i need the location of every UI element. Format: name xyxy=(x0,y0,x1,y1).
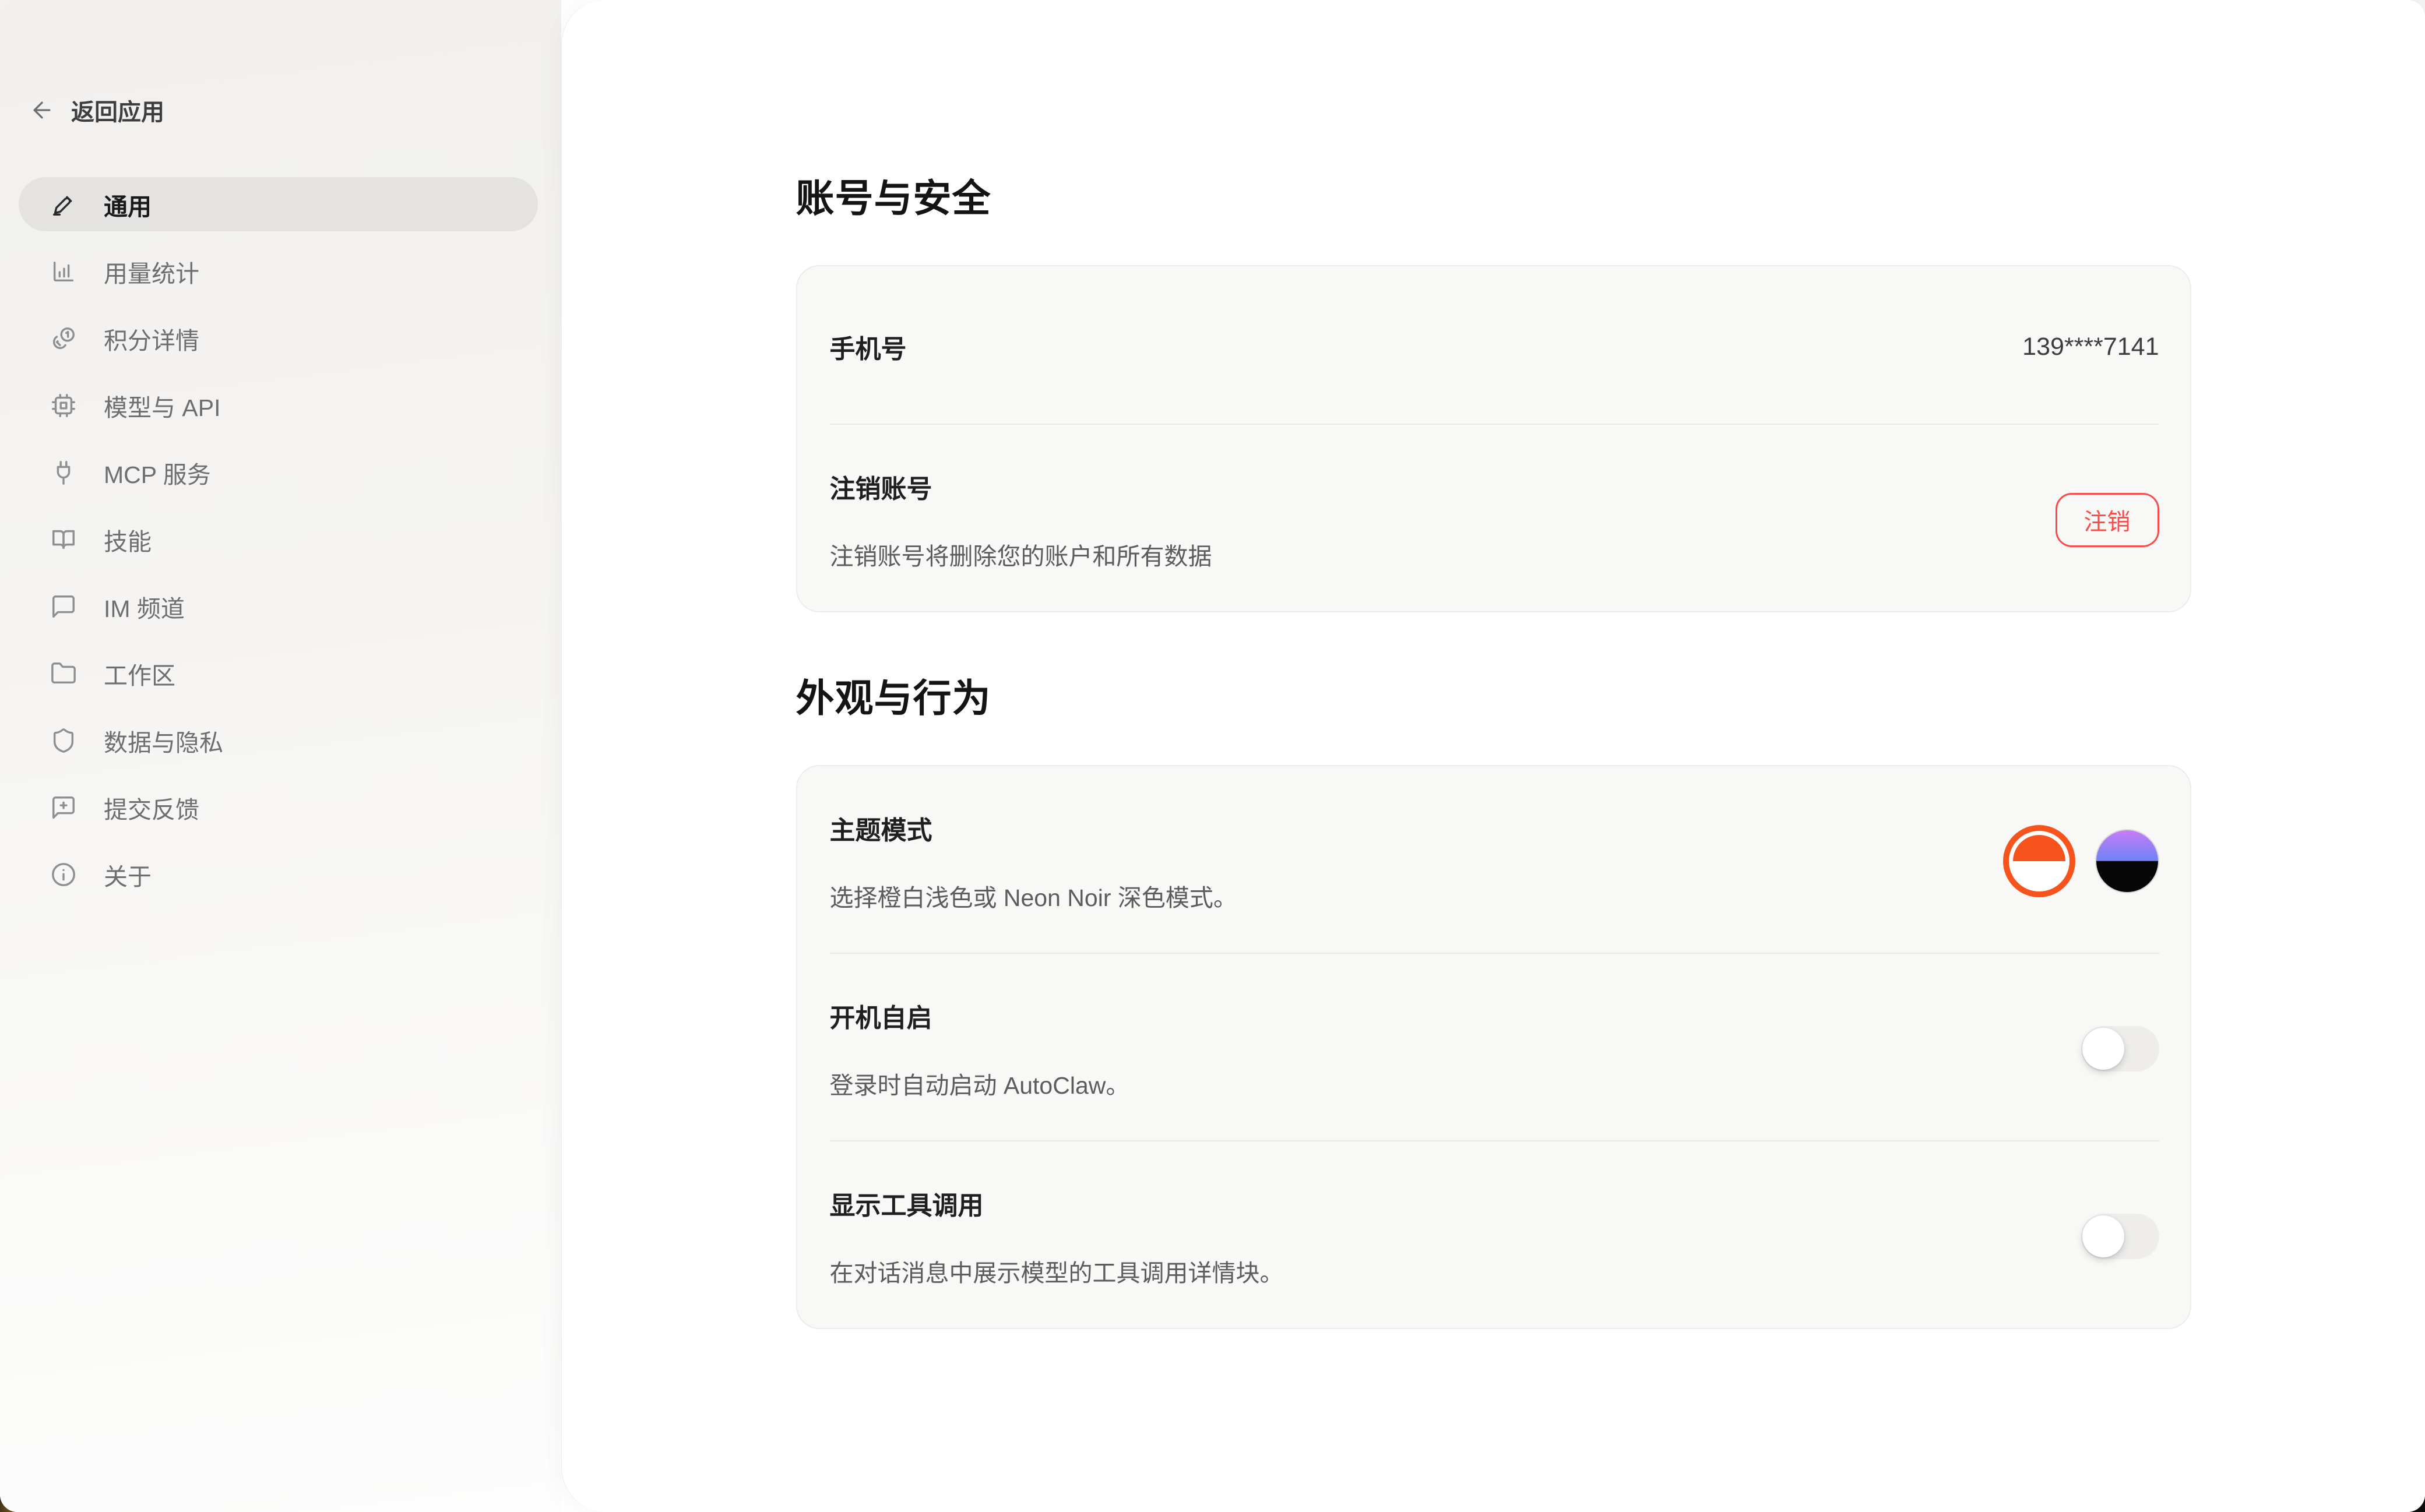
main-panel: 账号与安全 手机号 139****7141 注销账号 注销账号将删除您的账户和所… xyxy=(561,0,2425,1512)
delete-account-row: 注销账号 注销账号将删除您的账户和所有数据 注销 xyxy=(797,425,2190,611)
theme-swatch-neon-noir[interactable] xyxy=(2095,829,2159,893)
sidebar-item-label: 模型与 API xyxy=(104,388,220,423)
delete-account-button[interactable]: 注销 xyxy=(2056,493,2159,547)
sidebar-item-workspace[interactable]: 工作区 xyxy=(19,646,538,700)
sidebar-item-label: IM 频道 xyxy=(104,589,185,624)
plug-icon xyxy=(50,459,77,486)
sidebar-item-label: 工作区 xyxy=(104,656,175,691)
coins-icon xyxy=(50,325,77,352)
phone-number-row: 手机号 139****7141 xyxy=(797,266,2190,424)
chart-column-icon xyxy=(50,258,77,285)
back-to-app-label: 返回应用 xyxy=(71,93,164,127)
book-open-icon xyxy=(50,526,77,553)
launch-at-login-toggle[interactable] xyxy=(2081,1026,2159,1072)
sidebar: 返回应用 通用 用量统计 积分详情 xyxy=(0,0,561,1512)
sidebar-item-label: 用量统计 xyxy=(104,254,199,289)
show-tool-calls-label: 显示工具调用 xyxy=(830,1185,1284,1222)
theme-mode-label: 主题模式 xyxy=(830,809,1237,847)
arrow-left-icon xyxy=(29,97,55,123)
section-title-appearance-behavior: 外观与行为 xyxy=(796,667,2191,723)
toggle-knob xyxy=(2082,1215,2124,1257)
sidebar-item-label: MCP 服务 xyxy=(104,455,211,490)
sidebar-item-label: 积分详情 xyxy=(104,321,199,356)
sidebar-item-usage-stats[interactable]: 用量统计 xyxy=(19,244,538,298)
launch-at-login-row: 开机自启 登录时自动启动 AutoClaw。 xyxy=(797,954,2190,1140)
show-tool-calls-row: 显示工具调用 在对话消息中展示模型的工具调用详情块。 xyxy=(797,1141,2190,1328)
theme-mode-row: 主题模式 选择橙白浅色或 Neon Noir 深色模式。 xyxy=(797,766,2190,953)
show-tool-calls-description: 在对话消息中展示模型的工具调用详情块。 xyxy=(830,1253,1284,1288)
account-security-card: 手机号 139****7141 注销账号 注销账号将删除您的账户和所有数据 注销 xyxy=(796,265,2191,612)
show-tool-calls-toggle[interactable] xyxy=(2081,1214,2159,1259)
sidebar-item-data-privacy[interactable]: 数据与隐私 xyxy=(19,713,538,767)
sidebar-item-im-channels[interactable]: IM 频道 xyxy=(19,579,538,633)
launch-at-login-label: 开机自启 xyxy=(830,997,1130,1034)
sidebar-item-label: 关于 xyxy=(104,857,152,892)
settings-window: 返回应用 通用 用量统计 积分详情 xyxy=(0,0,2425,1512)
sidebar-item-models-api[interactable]: 模型与 API xyxy=(19,378,538,432)
sidebar-item-label: 通用 xyxy=(104,187,152,222)
launch-at-login-description: 登录时自动启动 AutoClaw。 xyxy=(830,1066,1130,1101)
message-square-plus-icon xyxy=(50,794,77,821)
sidebar-item-skills[interactable]: 技能 xyxy=(19,512,538,566)
launch-at-login-text: 开机自启 登录时自动启动 AutoClaw。 xyxy=(830,997,1130,1101)
appearance-behavior-card: 主题模式 选择橙白浅色或 Neon Noir 深色模式。 开机自启 登录时自动 xyxy=(796,765,2191,1329)
theme-swatch-light-preview xyxy=(2013,835,2065,887)
pencil-icon xyxy=(50,191,77,218)
sidebar-item-label: 提交反馈 xyxy=(104,790,199,825)
sidebar-item-about[interactable]: 关于 xyxy=(19,847,538,901)
theme-swatch-light-selected[interactable] xyxy=(2003,825,2075,897)
message-square-icon xyxy=(50,593,77,620)
phone-number-label: 手机号 xyxy=(830,328,907,365)
section-title-account-security: 账号与安全 xyxy=(796,167,2191,223)
settings-content: 账号与安全 手机号 139****7141 注销账号 注销账号将删除您的账户和所… xyxy=(796,0,2191,1512)
back-to-app-button[interactable]: 返回应用 xyxy=(29,93,561,127)
cpu-icon xyxy=(50,392,77,419)
delete-account-text: 注销账号 注销账号将删除您的账户和所有数据 xyxy=(830,468,1212,572)
theme-mode-description: 选择橙白浅色或 Neon Noir 深色模式。 xyxy=(830,878,1237,913)
folder-icon xyxy=(50,660,77,687)
sidebar-item-mcp-services[interactable]: MCP 服务 xyxy=(19,445,538,499)
shield-icon xyxy=(50,727,77,754)
sidebar-item-general[interactable]: 通用 xyxy=(19,177,538,231)
sidebar-item-feedback[interactable]: 提交反馈 xyxy=(19,780,538,834)
sidebar-item-label: 数据与隐私 xyxy=(104,723,223,758)
toggle-knob xyxy=(2082,1028,2124,1070)
theme-mode-text: 主题模式 选择橙白浅色或 Neon Noir 深色模式。 xyxy=(830,809,1237,913)
phone-number-value: 139****7141 xyxy=(2022,333,2159,361)
info-icon xyxy=(50,861,77,888)
sidebar-item-label: 技能 xyxy=(104,522,152,557)
delete-account-label: 注销账号 xyxy=(830,468,1212,505)
theme-swatches xyxy=(2003,825,2159,897)
sidebar-nav: 通用 用量统计 积分详情 模型与 API xyxy=(0,177,561,901)
sidebar-item-credits[interactable]: 积分详情 xyxy=(19,311,538,365)
show-tool-calls-text: 显示工具调用 在对话消息中展示模型的工具调用详情块。 xyxy=(830,1185,1284,1288)
delete-account-description: 注销账号将删除您的账户和所有数据 xyxy=(830,537,1212,572)
